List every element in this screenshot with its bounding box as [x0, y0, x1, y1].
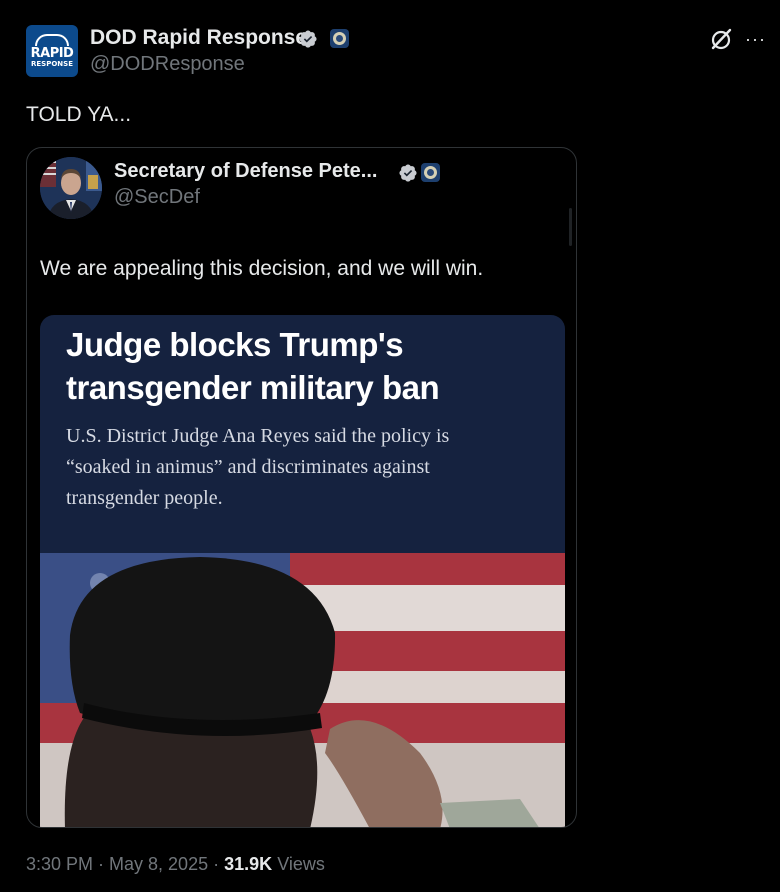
- dod-seal-icon: [421, 163, 440, 182]
- views-count[interactable]: 31.9K: [224, 854, 272, 874]
- quoted-media[interactable]: Judge blocks Trump's transgender militar…: [40, 315, 565, 827]
- quoted-post-text: We are appealing this decision, and we w…: [40, 257, 484, 280]
- avatar-sublabel: RESPONSE: [31, 59, 73, 68]
- post-avatar[interactable]: RAPID RESPONSE: [26, 25, 78, 77]
- views-label: Views: [277, 854, 325, 874]
- article-headline: Judge blocks Trump's transgender militar…: [66, 326, 440, 406]
- scrollbar[interactable]: [569, 208, 572, 246]
- quoted-author-handle[interactable]: @SecDef: [114, 186, 200, 209]
- post-author-handle[interactable]: @DODResponse: [90, 53, 245, 76]
- portrait-image: [40, 157, 102, 219]
- more-icon[interactable]: ···: [745, 30, 766, 48]
- salute-photo: [40, 553, 565, 827]
- verified-badge-icon: [399, 164, 417, 182]
- meta-separator: ·: [213, 854, 220, 874]
- post-meta: 3:30 PM · May 8, 2025 · 31.9K Views: [26, 854, 325, 875]
- post-text: TOLD YA...: [26, 103, 132, 126]
- dod-seal-icon: [330, 29, 349, 48]
- post-author-name[interactable]: DOD Rapid Response: [90, 26, 307, 50]
- article-dek: U.S. District Judge Ana Reyes said the p…: [66, 425, 450, 509]
- quoted-post[interactable]: Secretary of Defense Pete... @SecDef We …: [26, 147, 577, 828]
- quoted-avatar[interactable]: [40, 157, 102, 219]
- article-card: Judge blocks Trump's transgender militar…: [40, 315, 565, 553]
- pentagon-logo-icon: [35, 33, 69, 46]
- quoted-author-name[interactable]: Secretary of Defense Pete...: [114, 160, 377, 183]
- grok-icon[interactable]: [709, 27, 733, 51]
- avatar-label: RAPID: [30, 45, 74, 61]
- verified-badge-icon: [299, 30, 317, 48]
- post-timestamp[interactable]: 3:30 PM · May 8, 2025: [26, 854, 208, 874]
